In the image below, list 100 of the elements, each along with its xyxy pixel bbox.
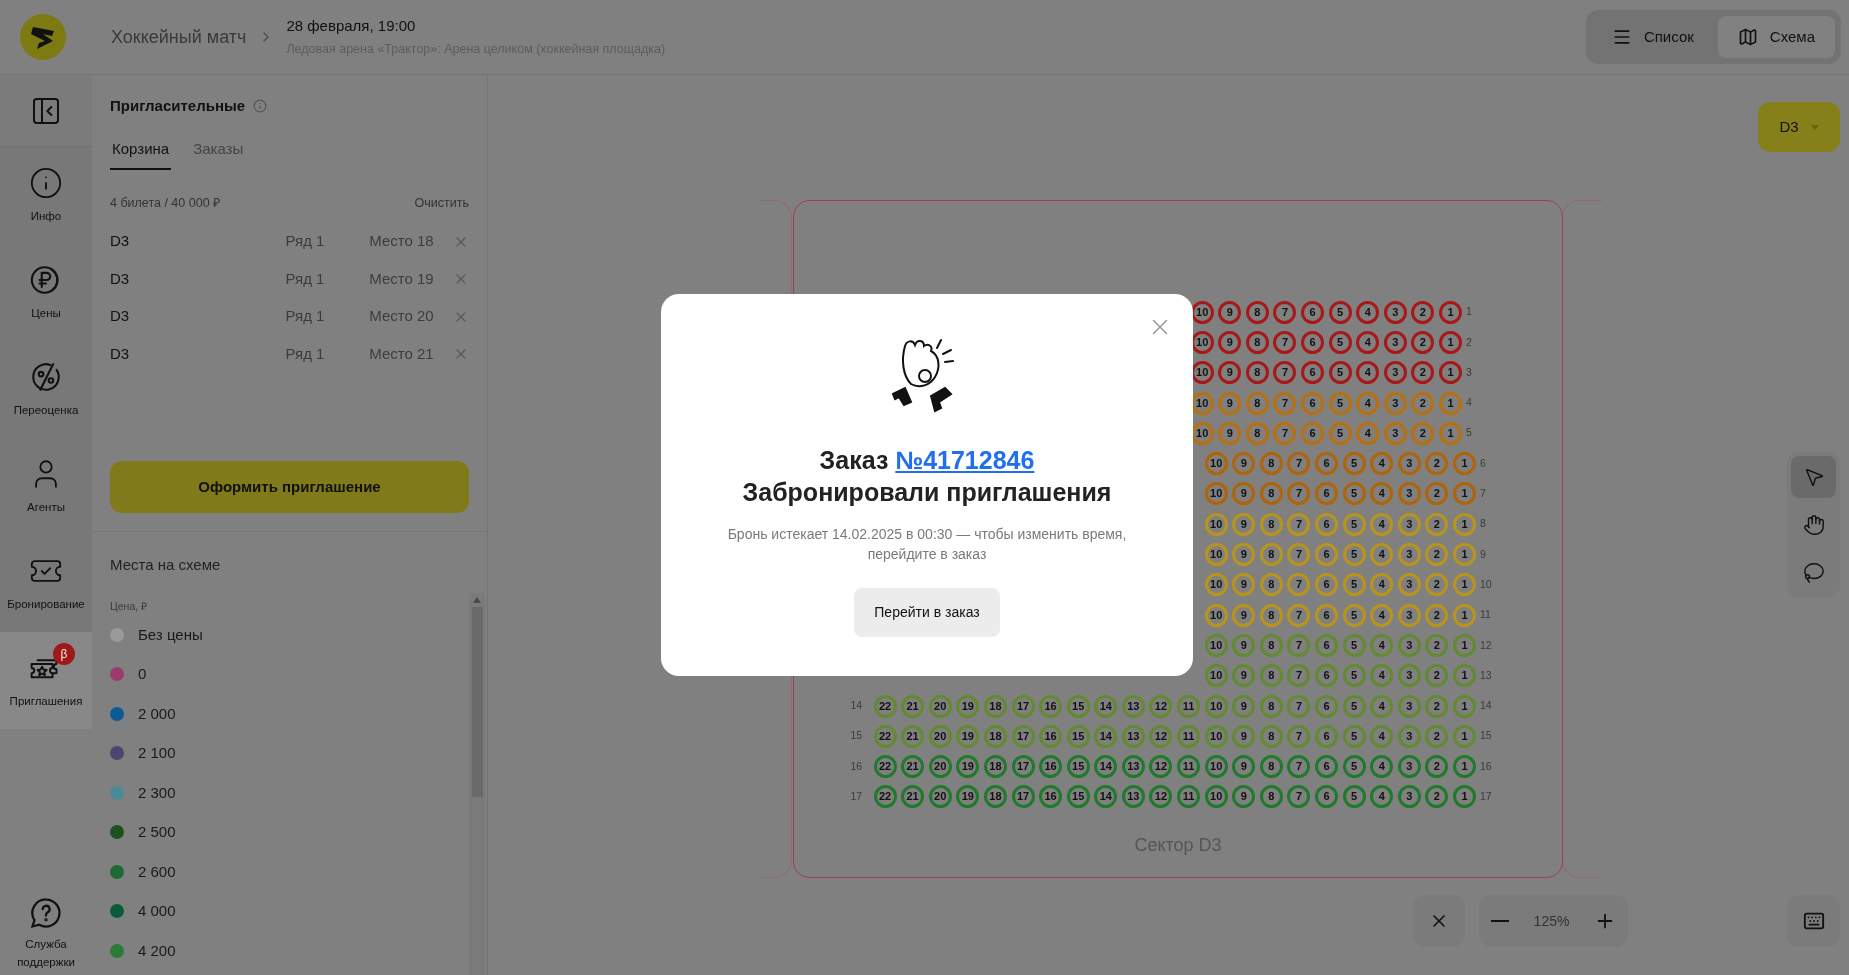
seat[interactable]: 2	[1425, 452, 1449, 476]
seat[interactable]: 7	[1273, 330, 1297, 354]
seat[interactable]: 5	[1328, 361, 1352, 385]
seat[interactable]: 6	[1315, 452, 1339, 476]
nav-item[interactable]: Инфо	[0, 147, 92, 244]
seat[interactable]: 9	[1232, 573, 1256, 597]
seat[interactable]: 6	[1301, 330, 1325, 354]
seat[interactable]: 4	[1370, 543, 1394, 566]
seat[interactable]: 1	[1453, 755, 1476, 779]
seat[interactable]: 16	[1039, 694, 1063, 718]
sector-dropdown[interactable]: D3	[1758, 102, 1840, 152]
seat[interactable]: 7	[1287, 573, 1311, 597]
seat[interactable]: 1	[1453, 452, 1476, 476]
seat[interactable]: 6	[1315, 694, 1339, 718]
seat[interactable]: 2	[1411, 300, 1435, 324]
seat[interactable]: 20	[928, 694, 952, 718]
seat[interactable]: 7	[1287, 724, 1311, 748]
panel-tab[interactable]: Корзина	[110, 137, 172, 170]
seat[interactable]: 1	[1453, 664, 1476, 688]
seat[interactable]: 7	[1273, 361, 1297, 385]
seat[interactable]: 13	[1121, 694, 1145, 718]
seat[interactable]: 15	[1066, 785, 1090, 809]
view-tab[interactable]: Схема	[1717, 16, 1835, 58]
seat[interactable]: 3	[1397, 543, 1421, 566]
seat[interactable]: 7	[1273, 421, 1297, 445]
seat[interactable]: 1	[1453, 724, 1476, 748]
seat[interactable]: 7	[1287, 755, 1311, 779]
scrollbar[interactable]	[469, 593, 485, 975]
seat[interactable]: 5	[1328, 300, 1352, 324]
seat[interactable]: 21	[901, 755, 925, 779]
seat[interactable]: 6	[1315, 755, 1339, 779]
seat[interactable]: 10	[1204, 724, 1228, 748]
seat[interactable]: 9	[1218, 391, 1242, 415]
seat[interactable]: 5	[1342, 785, 1366, 809]
seat[interactable]: 8	[1259, 452, 1283, 476]
seat[interactable]: 2	[1425, 664, 1449, 688]
seat[interactable]: 14	[1094, 724, 1118, 748]
seat[interactable]: 1	[1453, 512, 1476, 536]
event-title[interactable]: Хоккейный матч	[111, 23, 247, 51]
seat[interactable]: 6	[1301, 300, 1325, 324]
seat[interactable]: 7	[1273, 300, 1297, 324]
seat[interactable]: 19	[956, 724, 980, 748]
seat[interactable]: 2	[1425, 694, 1449, 718]
close-button[interactable]	[1413, 895, 1465, 947]
seat[interactable]: 3	[1397, 603, 1421, 627]
seat[interactable]: 18	[983, 724, 1007, 748]
seat[interactable]: 2	[1425, 603, 1449, 627]
seat[interactable]: 19	[956, 785, 980, 809]
seat[interactable]: 7	[1287, 512, 1311, 536]
go-to-order-button[interactable]: Перейти в заказ	[854, 588, 1000, 637]
order-link[interactable]: №41712846	[895, 446, 1035, 474]
seat[interactable]: 5	[1342, 664, 1366, 688]
seat[interactable]: 10	[1204, 543, 1228, 566]
seat[interactable]: 10	[1204, 512, 1228, 536]
nav-item[interactable]: Переоценка	[0, 341, 92, 438]
seat[interactable]: 20	[928, 755, 952, 779]
scroll-up-icon[interactable]	[473, 597, 481, 604]
seat[interactable]: 5	[1342, 452, 1366, 476]
seat[interactable]: 7	[1287, 785, 1311, 809]
seat[interactable]: 9	[1232, 543, 1256, 566]
seat[interactable]: 8	[1245, 300, 1269, 324]
seat[interactable]: 2	[1425, 543, 1449, 566]
info-icon[interactable]	[253, 99, 268, 114]
clear-link[interactable]: Очистить	[414, 194, 469, 213]
seat[interactable]: 8	[1245, 330, 1269, 354]
seat[interactable]: 4	[1370, 452, 1394, 476]
seat[interactable]: 12	[1149, 785, 1173, 809]
seat[interactable]: 2	[1411, 330, 1435, 354]
seat[interactable]: 6	[1301, 421, 1325, 445]
seat[interactable]: 9	[1232, 664, 1256, 688]
seat[interactable]: 17	[1011, 694, 1035, 718]
seat[interactable]: 8	[1245, 361, 1269, 385]
seat[interactable]: 4	[1356, 391, 1380, 415]
seat[interactable]: 1	[1453, 785, 1476, 809]
seat[interactable]: 9	[1232, 603, 1256, 627]
seat[interactable]: 7	[1287, 603, 1311, 627]
seat[interactable]: 11	[1177, 755, 1201, 779]
seat[interactable]: 21	[901, 724, 925, 748]
seat[interactable]: 6	[1315, 603, 1339, 627]
seat[interactable]: 3	[1397, 633, 1421, 657]
seat[interactable]: 2	[1411, 361, 1435, 385]
seat[interactable]: 18	[983, 755, 1007, 779]
seat[interactable]: 10	[1204, 452, 1228, 476]
seat[interactable]: 5	[1342, 724, 1366, 748]
seat[interactable]: 15	[1066, 694, 1090, 718]
seat[interactable]: 22	[873, 755, 897, 779]
seat[interactable]: 3	[1397, 482, 1421, 506]
seat[interactable]: 2	[1425, 755, 1449, 779]
seat[interactable]: 3	[1383, 300, 1407, 324]
seat[interactable]: 8	[1259, 603, 1283, 627]
seat[interactable]: 10	[1204, 633, 1228, 657]
seat[interactable]: 5	[1328, 421, 1352, 445]
submit-invitation-button[interactable]: Оформить приглашение	[110, 460, 469, 513]
seat[interactable]: 5	[1342, 694, 1366, 718]
seat[interactable]: 10	[1204, 482, 1228, 506]
seat[interactable]: 6	[1315, 633, 1339, 657]
seat[interactable]: 20	[928, 785, 952, 809]
seat[interactable]: 3	[1383, 330, 1407, 354]
seat[interactable]: 13	[1121, 785, 1145, 809]
seat[interactable]: 19	[956, 755, 980, 779]
